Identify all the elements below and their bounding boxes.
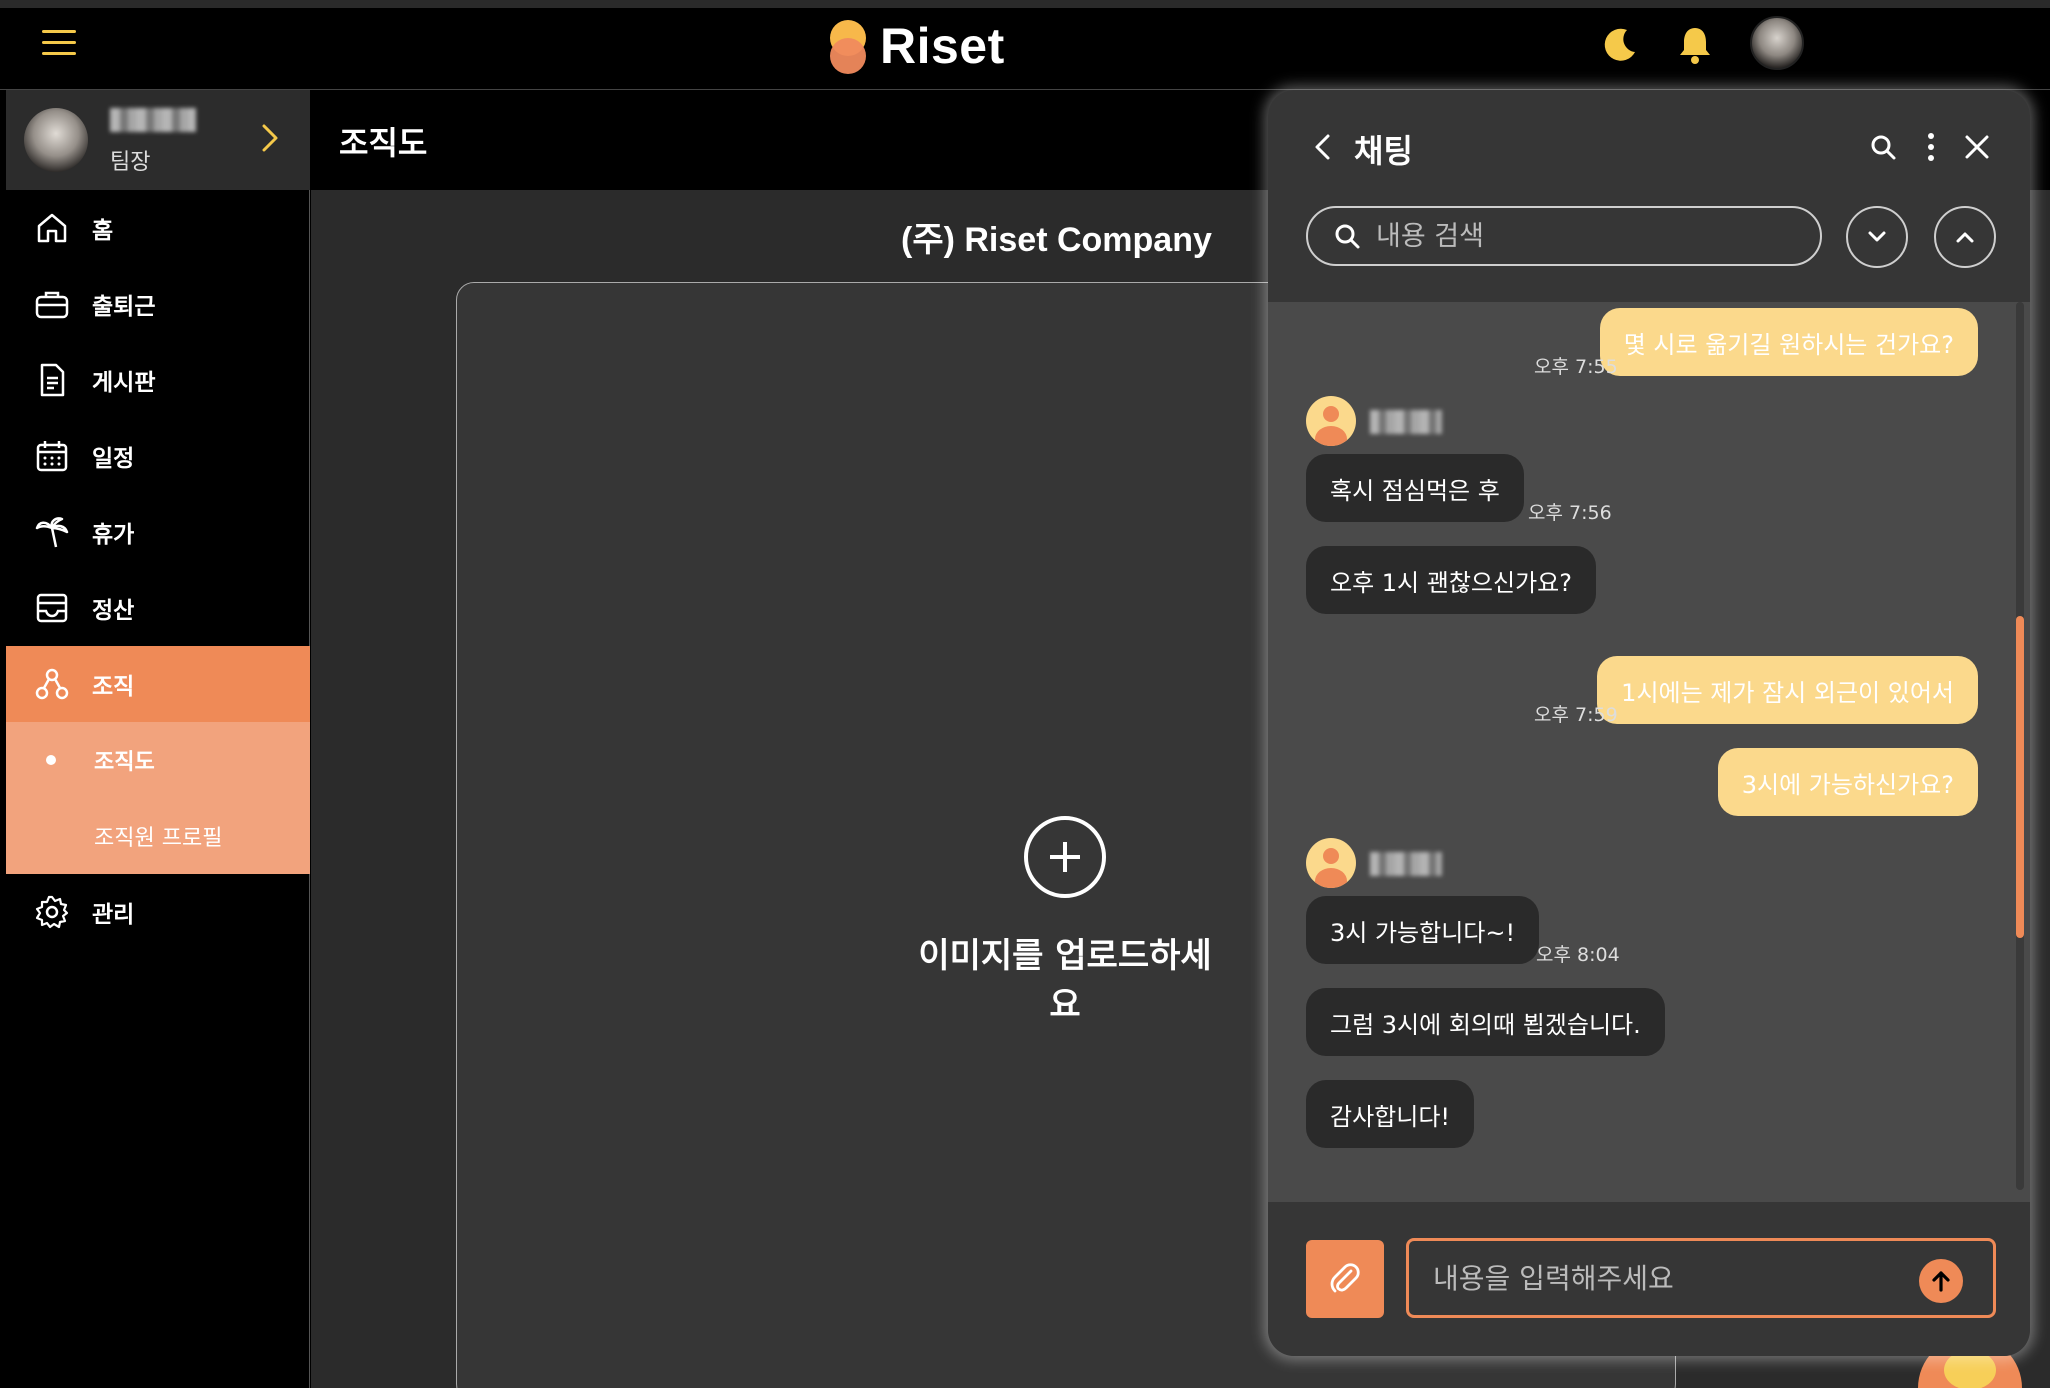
sidebar-item-board[interactable]: 게시판 [6,342,310,418]
briefcase-icon [35,291,69,319]
bullet-dot-icon [46,755,56,765]
sidebar-item-label: 출퇴근 [92,294,156,320]
chat-header: 채팅 [1268,90,2030,302]
chat-timestamp: 오후 8:04 [1536,944,1620,966]
search-icon [1335,224,1360,249]
org-icon [35,668,69,700]
chat-bubble-received: 혹시 점심먹은 후 [1306,454,1524,522]
chat-title: 채팅 [1354,132,1413,170]
app-name: Riset [880,18,1005,74]
sidebar-item-label: 휴가 [92,522,135,548]
chevron-down-icon [1868,231,1886,242]
sidebar-subitem-label: 조직도 [94,750,155,775]
sidebar-submenu: 조직도 조직원 프로필 [6,722,310,874]
sidebar-subitem-member-profile[interactable]: 조직원 프로필 [6,798,310,874]
chevron-left-icon[interactable] [1308,132,1338,162]
sidebar-item-home[interactable]: 홈 [6,190,310,266]
document-icon [40,363,65,397]
message-input[interactable] [1433,1261,1893,1295]
sidebar-item-label: 관리 [92,902,135,928]
chat-search-input[interactable] [1376,220,1796,252]
sidebar-subitem-org-chart[interactable]: 조직도 [6,722,310,798]
sender-avatar [1306,838,1356,888]
sidebar-subitem-label: 조직원 프로필 [94,826,223,851]
chat-bubble-received: 그럼 3시에 회의때 뵙겠습니다. [1306,988,1665,1056]
chat-bubble-sent: 1시에는 제가 잠시 외근이 있어서 [1597,656,1978,724]
sidebar-item-label: 홈 [92,218,114,244]
sidebar-item-organization[interactable]: 조직 [6,646,310,722]
sidebar-item-commute[interactable]: 출퇴근 [6,266,310,342]
sidebar-nav: 홈 출퇴근 게시판 일정 휴가 정산 조직 조직도 조직원 프로필 관리 [6,190,310,950]
sidebar-item-label: 조직 [92,674,135,700]
chat-bubble-received: 오후 1시 괜찮으신가요? [1306,546,1596,614]
attach-button[interactable] [1306,1240,1384,1318]
envelope-icon [36,593,68,623]
chat-bubble-sent: 3시에 가능하신가요? [1717,748,1978,816]
sidebar-item-label: 정산 [92,598,135,624]
chat-bubble-received: 3시 가능합니다~! [1306,896,1540,964]
profile-card[interactable]: 팀장 [6,90,310,190]
chevron-right-icon[interactable] [252,120,288,156]
logo-mark-icon [826,18,870,74]
chat-search-field[interactable] [1306,206,1822,266]
close-icon[interactable] [1962,132,1992,162]
profile-role: 팀장 [110,150,151,175]
sidebar-item-label: 일정 [92,446,135,472]
company-name: (주) Riset Company [901,221,1212,259]
user-avatar[interactable] [1750,16,1804,70]
more-vertical-icon[interactable] [1916,130,1946,164]
gear-icon [35,895,69,929]
app-logo[interactable]: Riset [826,16,1005,76]
search-prev-button[interactable] [1934,206,1996,268]
chat-message-list[interactable]: 몇 시로 옮기길 원하시는 건가요? 오후 7:55 혹시 점심먹은 후 오후 … [1268,302,2030,1202]
sender-name-blurred [1370,410,1442,434]
top-bar: Riset [0,0,2050,90]
upload-plus-icon[interactable] [1024,816,1106,898]
search-icon[interactable] [1868,132,1898,162]
send-button[interactable] [1919,1259,1963,1303]
arrow-up-icon [1932,1271,1950,1292]
bell-icon[interactable] [1672,22,1718,68]
chat-scrollbar-thumb[interactable] [2016,616,2024,938]
hamburger-icon[interactable] [42,30,76,56]
chat-panel: 채팅 몇 시로 옮기길 원하시는 건가요? 오후 7:55 혹시 점심먹은 후 … [1268,90,2030,1356]
profile-avatar [24,108,88,172]
sender-avatar [1306,396,1356,446]
sidebar-item-settlement[interactable]: 정산 [6,570,310,646]
paperclip-icon [1330,1263,1360,1293]
message-field[interactable] [1406,1238,1996,1318]
search-next-button[interactable] [1846,206,1908,268]
chat-bubble-received: 감사합니다! [1306,1080,1475,1148]
palm-tree-icon [35,517,69,548]
chat-composer [1268,1202,2030,1356]
page-title: 조직도 [339,124,428,162]
upload-prompt: 이미지를 업로드하세요 [918,936,1212,1025]
sidebar-item-schedule[interactable]: 일정 [6,418,310,494]
moon-icon[interactable] [1597,22,1643,68]
chat-timestamp: 오후 7:56 [1528,502,1612,524]
chevron-up-icon [1956,232,1974,243]
chat-scrollbar[interactable] [2016,302,2024,1190]
top-strip [0,0,2050,8]
sidebar-item-label: 게시판 [92,370,156,396]
sender-name-blurred [1370,852,1442,876]
sidebar-item-admin[interactable]: 관리 [6,874,310,950]
sidebar: 팀장 홈 출퇴근 게시판 일정 휴가 정산 조직 조직도 조직원 프로필 관리 [0,90,310,1388]
chat-timestamp: 오후 7:55 [1534,356,1618,378]
chat-bubble-sent: 몇 시로 옮기길 원하시는 건가요? [1599,308,1978,376]
calendar-icon [36,441,68,472]
sidebar-item-vacation[interactable]: 휴가 [6,494,310,570]
profile-name-blurred [110,108,196,132]
chat-timestamp: 오후 7:59 [1534,704,1618,726]
home-icon [37,213,67,243]
